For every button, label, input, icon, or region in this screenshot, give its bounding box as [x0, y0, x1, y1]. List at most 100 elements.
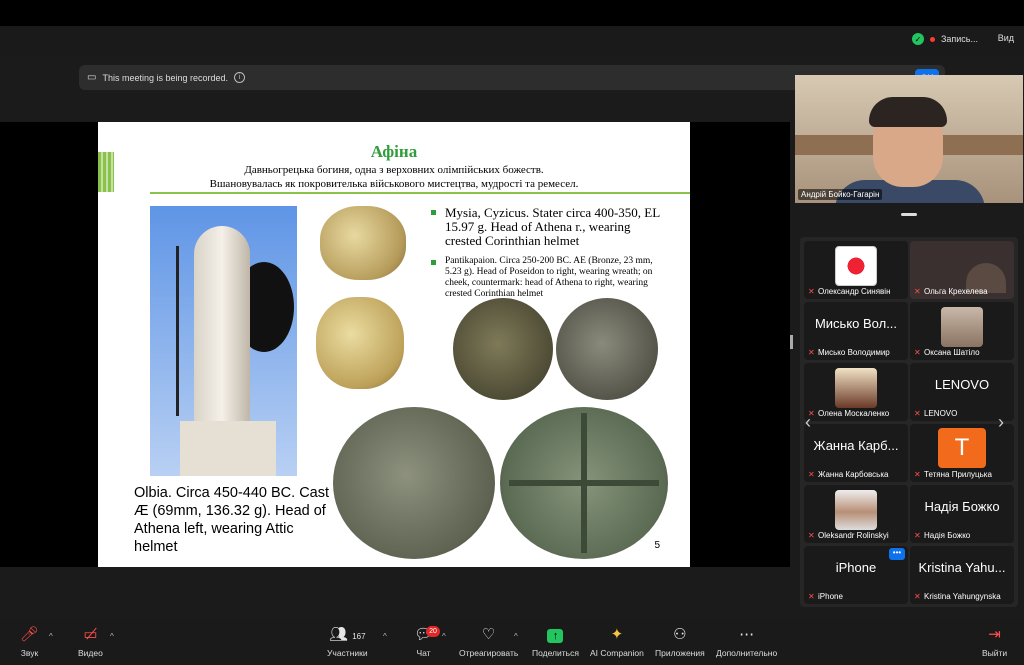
top-bar [0, 26, 1024, 56]
chevron-up-icon[interactable]: ^ [383, 632, 387, 641]
more-options-icon[interactable]: ••• [889, 548, 905, 560]
video-panel-handle[interactable] [901, 213, 917, 216]
info-icon[interactable]: i [234, 72, 246, 83]
speaker-hair [869, 97, 947, 127]
slide-subtitle: Давньогрецька богиня, одна з верховних о… [98, 163, 690, 191]
slide-page-number: 5 [654, 540, 660, 551]
chat-unread-badge: 20 [426, 626, 440, 637]
participant-name: ✕ Олена Москаленко [808, 408, 890, 418]
speaker-video[interactable]: Андрій Бойко-Гагарін [795, 75, 1023, 203]
view-button[interactable]: Вид [998, 33, 1014, 43]
statue-body [194, 226, 250, 426]
apps-icon: ⚇ [673, 626, 687, 643]
chevron-up-icon[interactable]: ^ [49, 632, 53, 641]
video-button[interactable]: ▭̸ Видео [78, 626, 103, 658]
participant-name: ✕ Жанна Карбовська [808, 469, 889, 479]
muted-mic-icon: ✕ [808, 591, 815, 601]
statue-spear [176, 246, 179, 416]
recording-label: Запись... [940, 34, 978, 44]
participant-display-name: Kristina Yahu... [918, 560, 1006, 575]
zoom-window: ✓ Запись... Вид ▭ This meeting is being … [0, 0, 1024, 665]
chevron-right-icon[interactable]: › [998, 412, 1004, 433]
presentation-slide: Афіна Давньогрецька богиня, одна з верхо… [98, 122, 690, 567]
muted-mic-icon: ✕ [914, 530, 921, 540]
participant-tile[interactable]: Надія Божко ✕ Надія Божко [910, 485, 1014, 543]
muted-mic-icon: ✕ [808, 347, 815, 357]
participants-button[interactable]: 👥︎ 167 Участники [327, 626, 368, 658]
avatar [835, 368, 877, 408]
react-button[interactable]: ♡ Отреагировать [459, 626, 518, 658]
participant-display-name: Мисько Вол... [814, 316, 898, 331]
participant-display-name: Надія Божко [924, 499, 1000, 514]
chevron-up-icon[interactable]: ^ [514, 632, 518, 641]
slide-caption: Olbia. Circa 450-440 BC. Cast Æ (69mm, 1… [134, 485, 330, 555]
chevron-up-icon[interactable]: ^ [110, 632, 114, 641]
participant-display-name: iPhone [835, 560, 877, 575]
apps-button[interactable]: ⚇ Приложения [655, 626, 705, 658]
participant-name: ✕ Тетяна Прилуцька [914, 469, 992, 479]
participant-name: ✕ iPhone [808, 591, 843, 601]
participant-tile[interactable]: ✕ Ольга Крехелева [910, 241, 1014, 299]
participant-tile[interactable]: ✕ Оксана Шатіло [910, 302, 1014, 360]
coin-image-pantikapaion-2 [556, 298, 658, 400]
more-icon: ⋯ [739, 626, 755, 643]
participant-name: ✕ Оксана Шатіло [914, 347, 980, 357]
participant-name: ✕ Ольга Крехелева [914, 286, 988, 296]
muted-mic-icon: ✕ [808, 530, 815, 540]
leave-button[interactable]: ⇥ Выйти [982, 626, 1007, 658]
statue-base [180, 421, 276, 476]
participant-display-name: Жанна Карб... [813, 438, 899, 453]
share-button[interactable]: ↑ Поделиться [532, 626, 579, 658]
leave-icon: ⇥ [988, 626, 1001, 643]
participant-name: ✕ Мисько Володимир [808, 347, 890, 357]
coin-image-stater-obverse [316, 297, 404, 389]
people-icon: 👥︎ 167 [329, 626, 366, 643]
heart-icon: ♡ [481, 626, 496, 643]
audio-button[interactable]: 🎤︎ Звук [20, 626, 39, 658]
slide-bullet-1: Mysia, Cyzicus. Stater circa 400-350, EL… [431, 206, 661, 248]
avatar [941, 307, 983, 347]
panel-resize-handle[interactable] [790, 335, 793, 349]
camera-icon: ▭ [87, 72, 97, 83]
muted-mic-icon: ✕ [914, 408, 921, 418]
slide-title: Афіна [370, 142, 418, 161]
slide-divider [150, 192, 690, 194]
recording-dot-icon [929, 36, 935, 42]
participant-tile[interactable]: ✕ Олена Москаленко [804, 363, 908, 421]
recording-status[interactable]: ✓ Запись... [911, 33, 978, 45]
sparkle-icon: ✦ [610, 626, 624, 643]
muted-mic-icon: ✕ [914, 591, 921, 601]
slide-bullet-2: Pantikapaion. Circa 250-200 BC. AE (Bron… [431, 256, 671, 300]
avatar [835, 490, 877, 530]
chevron-up-icon[interactable]: ^ [442, 632, 446, 641]
participant-tile[interactable]: ✕ Oleksandr Rolinskyi [804, 485, 908, 543]
banner-text: This meeting is being recorded. [102, 72, 229, 83]
participant-name: ✕ Kristina Yahungynska [914, 591, 1001, 601]
coin-image-olbia-reverse [500, 407, 668, 559]
muted-mic-icon: ✕ [914, 286, 921, 296]
participant-tile[interactable]: Kristina Yahu... ✕ Kristina Yahungynska [910, 546, 1014, 604]
coin-image-olbia-obverse [333, 407, 495, 559]
participant-name: ✕ LENOVO [914, 408, 958, 418]
speaker-name: Андрій Бойко-Гагарін [798, 189, 883, 200]
coin-wheel-bar [581, 413, 587, 553]
more-button[interactable]: ⋯ Дополнительно [716, 626, 777, 658]
chevron-left-icon[interactable]: ‹ [805, 412, 811, 433]
participant-tile[interactable]: Мисько Вол... ✕ Мисько Володимир [804, 302, 908, 360]
muted-mic-icon: 🎤︎ [20, 626, 40, 643]
muted-mic-icon: ✕ [808, 469, 815, 479]
avatar-initial: T [938, 428, 986, 468]
coin-image-stater-reverse [320, 206, 406, 280]
participant-tile[interactable]: ✕ Олександр Синявін [804, 241, 908, 299]
share-screen-icon: ↑ [547, 626, 564, 644]
shield-icon: ✓ [911, 33, 924, 45]
subtitle-line-1: Давньогрецька богиня, одна з верховних о… [244, 164, 544, 176]
participant-tile[interactable]: Жанна Карб... ✕ Жанна Карбовська [804, 424, 908, 482]
participant-name: ✕ Надія Божко [914, 530, 971, 540]
video-off-icon: ▭̸ [83, 626, 98, 643]
participant-display-name: LENOVO [934, 377, 990, 392]
subtitle-line-2: Вшановувалась як покровителька військово… [209, 178, 579, 190]
athena-statue-image [150, 206, 297, 476]
participant-name: ✕ Oleksandr Rolinskyi [808, 530, 889, 540]
ai-companion-button[interactable]: ✦ AI Companion [590, 626, 644, 658]
